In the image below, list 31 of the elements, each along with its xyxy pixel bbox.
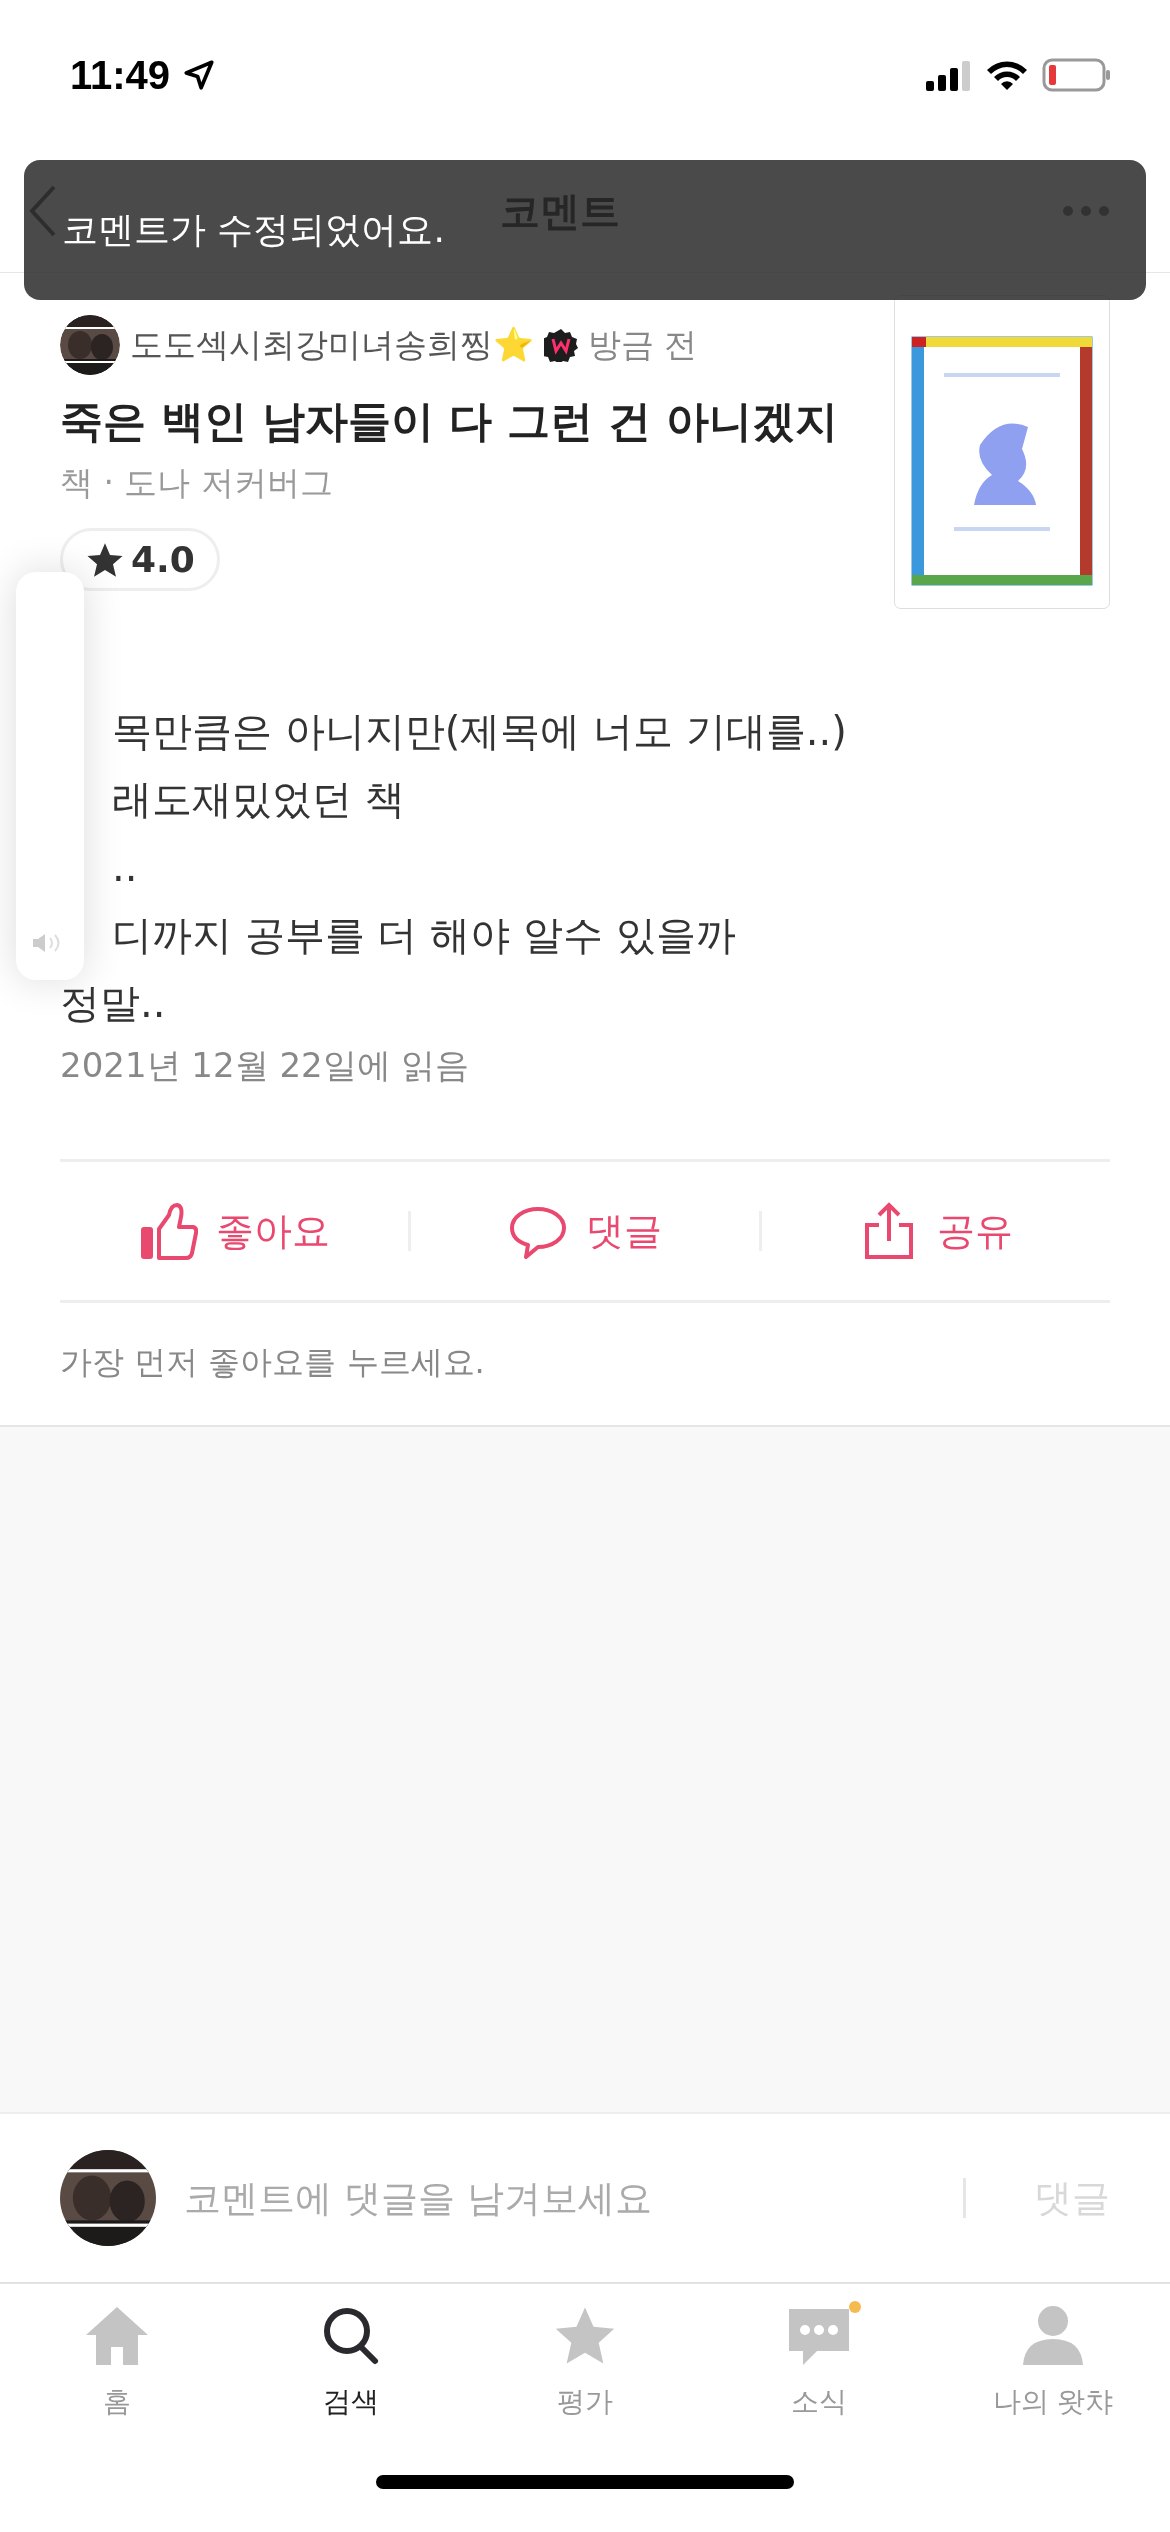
home-icon [84, 2305, 150, 2367]
person-icon [1021, 2305, 1085, 2367]
comment-line: 목만큼은 아니지만(제목에 너모 기대를..) [111, 707, 848, 756]
badge-icon [544, 328, 578, 362]
notification-dot [849, 2301, 861, 2313]
location-arrow-icon [182, 58, 217, 92]
tab-bar-item[interactable]: 평가 [468, 2304, 702, 2422]
read-date: 2021년 12월 22일에 읽음 [60, 1044, 471, 1087]
tab-bar-item[interactable]: 검색 [234, 2304, 468, 2422]
reply-button[interactable]: 댓글 [411, 1181, 759, 1281]
book-title[interactable]: 죽은 백인 남자들이 다 그런 건 아니겠지 [60, 393, 838, 451]
tab-bar-item[interactable]: 소식 [702, 2304, 936, 2422]
clock-time: 11:49 [70, 52, 171, 98]
search-icon [321, 2305, 381, 2367]
book-meta: 책 · 도나 저커버그 [60, 462, 334, 504]
comment-line: .. [111, 843, 139, 892]
comment-line: 래도재밌었던 책 [111, 775, 406, 824]
tab-bar-item[interactable]: 홈 [0, 2304, 234, 2422]
like-button[interactable]: 좋아요 [60, 1181, 408, 1281]
signal-icon [926, 59, 972, 91]
reply-input-field[interactable]: 코멘트에 댓글을 남겨보세요 [184, 2168, 935, 2228]
post-time: 방금 전 [588, 323, 698, 366]
toast-message: 코멘트가 수정되었어요. [62, 207, 445, 252]
share-button[interactable]: 공유 [762, 1181, 1110, 1281]
thumbs-up-icon [138, 1201, 198, 1261]
tab-bar-item[interactable]: 나의 왓챠 [936, 2304, 1170, 2422]
author-name[interactable]: 도도섹시최강미녀송희찡⭐ [130, 322, 534, 368]
rating-value: 4.0 [131, 539, 195, 580]
battery-icon [1042, 58, 1112, 92]
comment-line: 정말.. [60, 979, 167, 1028]
comment-line: 디까지 공부를 더 해야 알수 있을까 [111, 911, 737, 960]
